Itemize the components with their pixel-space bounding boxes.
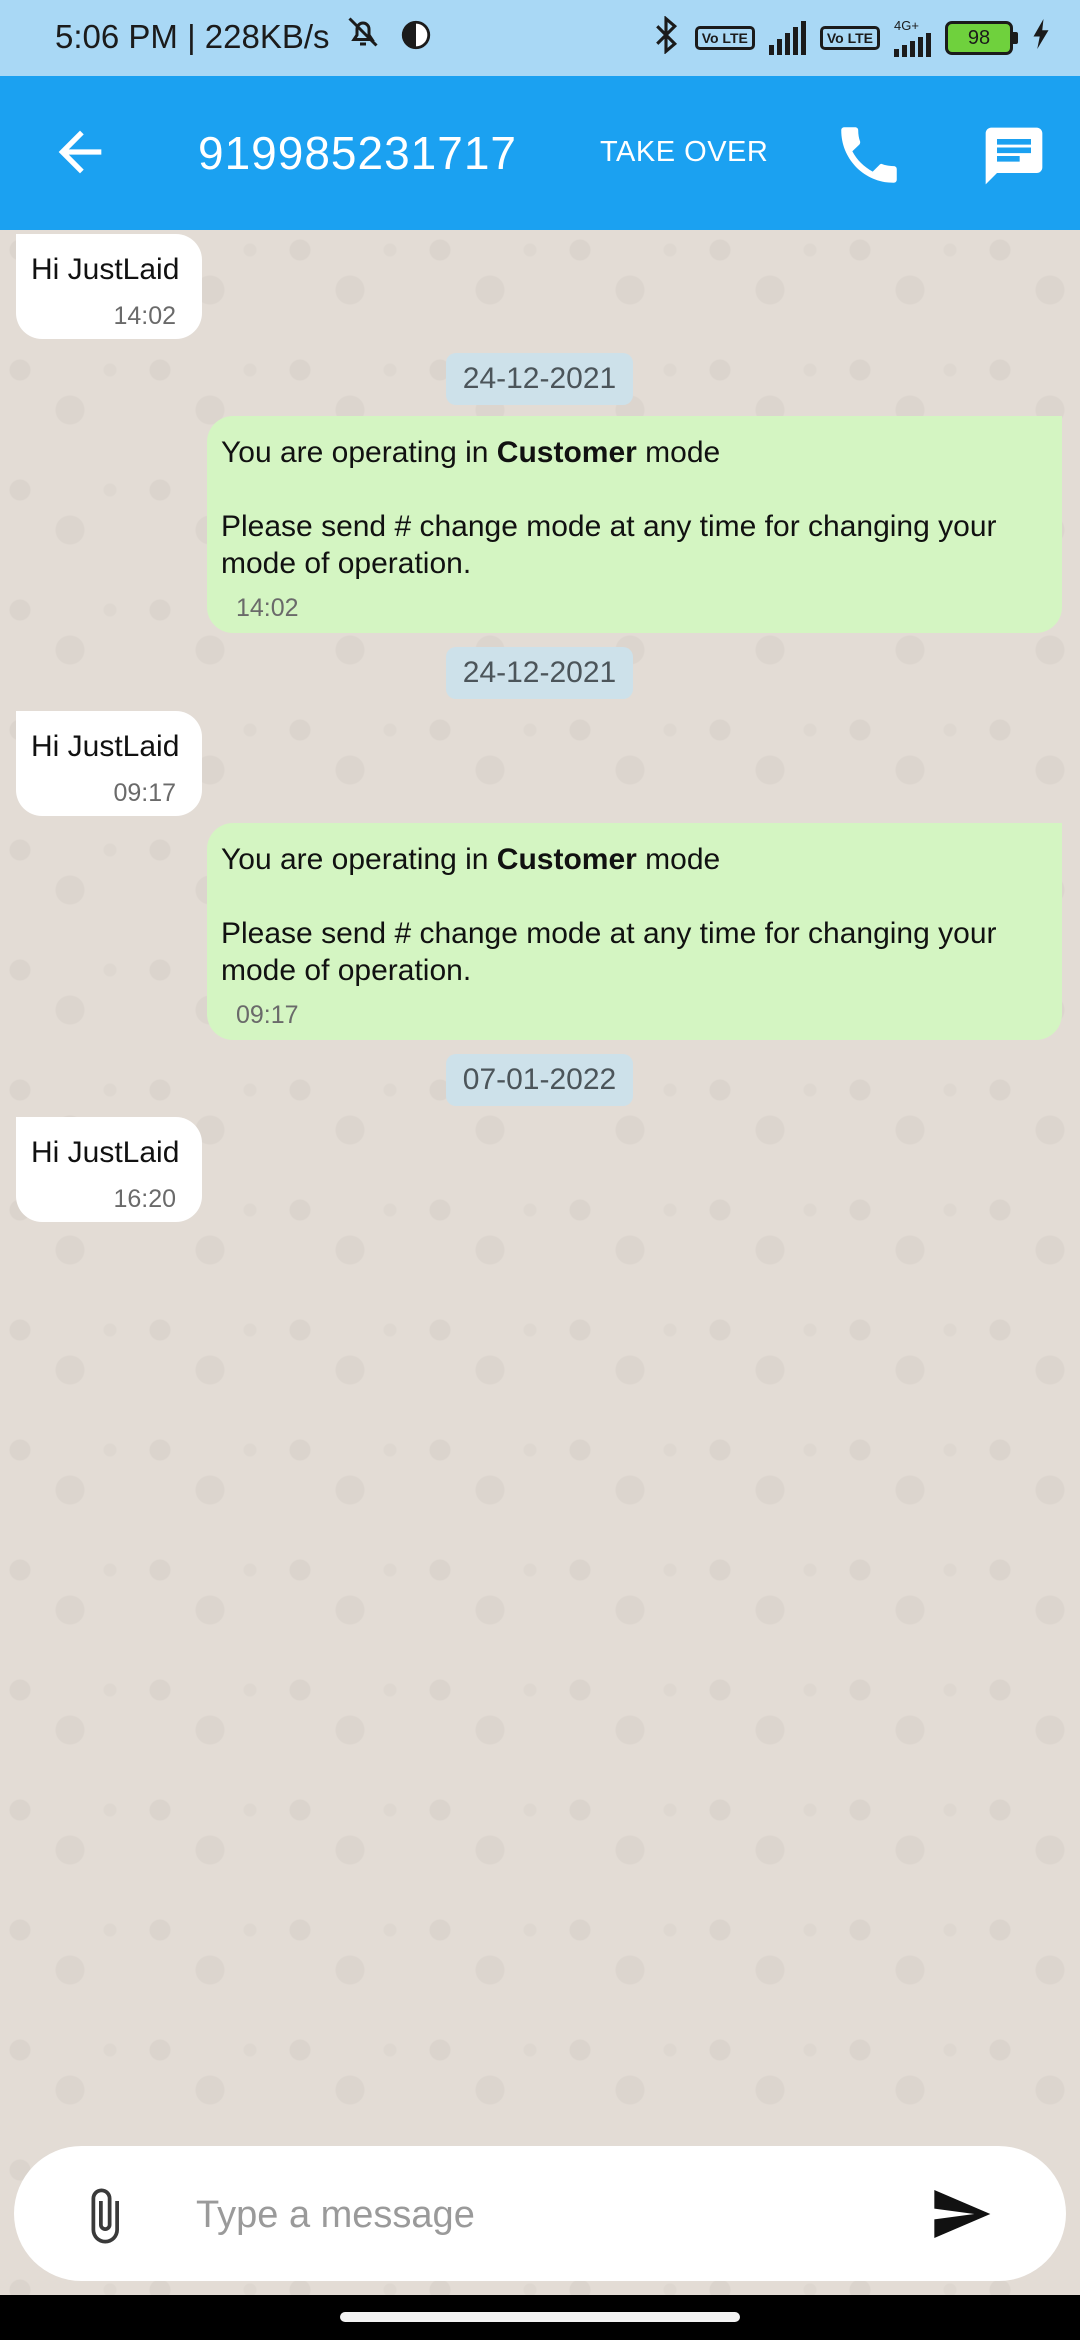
date-separator: 24-12-2021 <box>446 647 633 699</box>
message-text: Hi JustLaid <box>31 1136 180 1169</box>
contact-number-title: 919985231717 <box>198 127 517 179</box>
battery-icon: 98 <box>945 20 1018 55</box>
app-bar: 919985231717 TAKE OVER <box>0 76 1080 230</box>
arrow-left-icon <box>58 130 102 174</box>
call-button[interactable] <box>832 118 906 192</box>
sim1-signal-icon <box>768 20 806 55</box>
network-type-label: 4G+ <box>894 17 919 33</box>
message-input[interactable] <box>194 2176 898 2254</box>
message-time: 14:02 <box>113 302 176 330</box>
bluetooth-icon <box>651 15 681 59</box>
status-icons: Vo LTE Vo LTE 4G+ 98 <box>345 14 1050 61</box>
message-line-1: You are operating in Customer mode <box>221 436 721 469</box>
battery-level: 98 <box>945 20 1013 55</box>
message-line-3: mode of operation. <box>221 547 472 580</box>
outgoing-message[interactable]: You are operating in Customer mode Pleas… <box>207 416 1062 633</box>
message-time: 16:20 <box>113 1185 176 1213</box>
home-indicator[interactable] <box>340 2312 740 2322</box>
paperclip-icon <box>91 2188 119 2244</box>
outgoing-message[interactable]: You are operating in Customer mode Pleas… <box>207 823 1062 1040</box>
mode-name: Customer <box>496 843 637 876</box>
date-separator: 24-12-2021 <box>446 353 633 405</box>
message-text: Hi JustLaid <box>31 730 180 763</box>
status-time: 5:06 PM | 228KB/s <box>55 18 330 55</box>
message-icon <box>985 127 1043 185</box>
sim2-volte-badge: Vo LTE <box>819 25 880 50</box>
mode-name: Customer <box>496 436 637 469</box>
attach-button[interactable] <box>74 2186 134 2246</box>
message-text: Hi JustLaid <box>31 253 180 286</box>
status-bar: 5:06 PM | 228KB/s Vo LTE Vo LTE 4G+ 98 <box>0 0 1080 76</box>
data-saver-icon <box>399 18 433 57</box>
message-line-2: Please send # change mode at any time fo… <box>221 510 997 543</box>
message-button[interactable] <box>978 122 1050 190</box>
message-time: 14:02 <box>236 594 299 622</box>
message-time: 09:17 <box>113 779 176 807</box>
sim2-signal-icon <box>894 32 931 57</box>
incoming-message[interactable]: Hi JustLaid 09:17 <box>16 711 202 816</box>
send-icon <box>934 2190 991 2238</box>
message-line-3: mode of operation. <box>221 954 472 987</box>
date-separator: 07-01-2022 <box>446 1054 633 1106</box>
charging-icon <box>1032 18 1050 57</box>
phone-icon <box>841 127 897 183</box>
incoming-message[interactable]: Hi JustLaid 16:20 <box>16 1117 202 1222</box>
system-navigation-bar <box>0 2295 1080 2340</box>
message-line-2: Please send # change mode at any time fo… <box>221 917 997 950</box>
bell-off-icon <box>345 14 381 61</box>
sim1-volte-badge: Vo LTE <box>694 25 755 50</box>
send-button[interactable] <box>926 2182 996 2246</box>
message-line-1: You are operating in Customer mode <box>221 843 721 876</box>
message-composer <box>14 2146 1066 2281</box>
incoming-message[interactable]: Hi JustLaid 14:02 <box>16 234 202 339</box>
take-over-button[interactable]: TAKE OVER <box>600 136 768 169</box>
message-time: 09:17 <box>236 1001 299 1029</box>
back-button[interactable] <box>48 120 112 184</box>
